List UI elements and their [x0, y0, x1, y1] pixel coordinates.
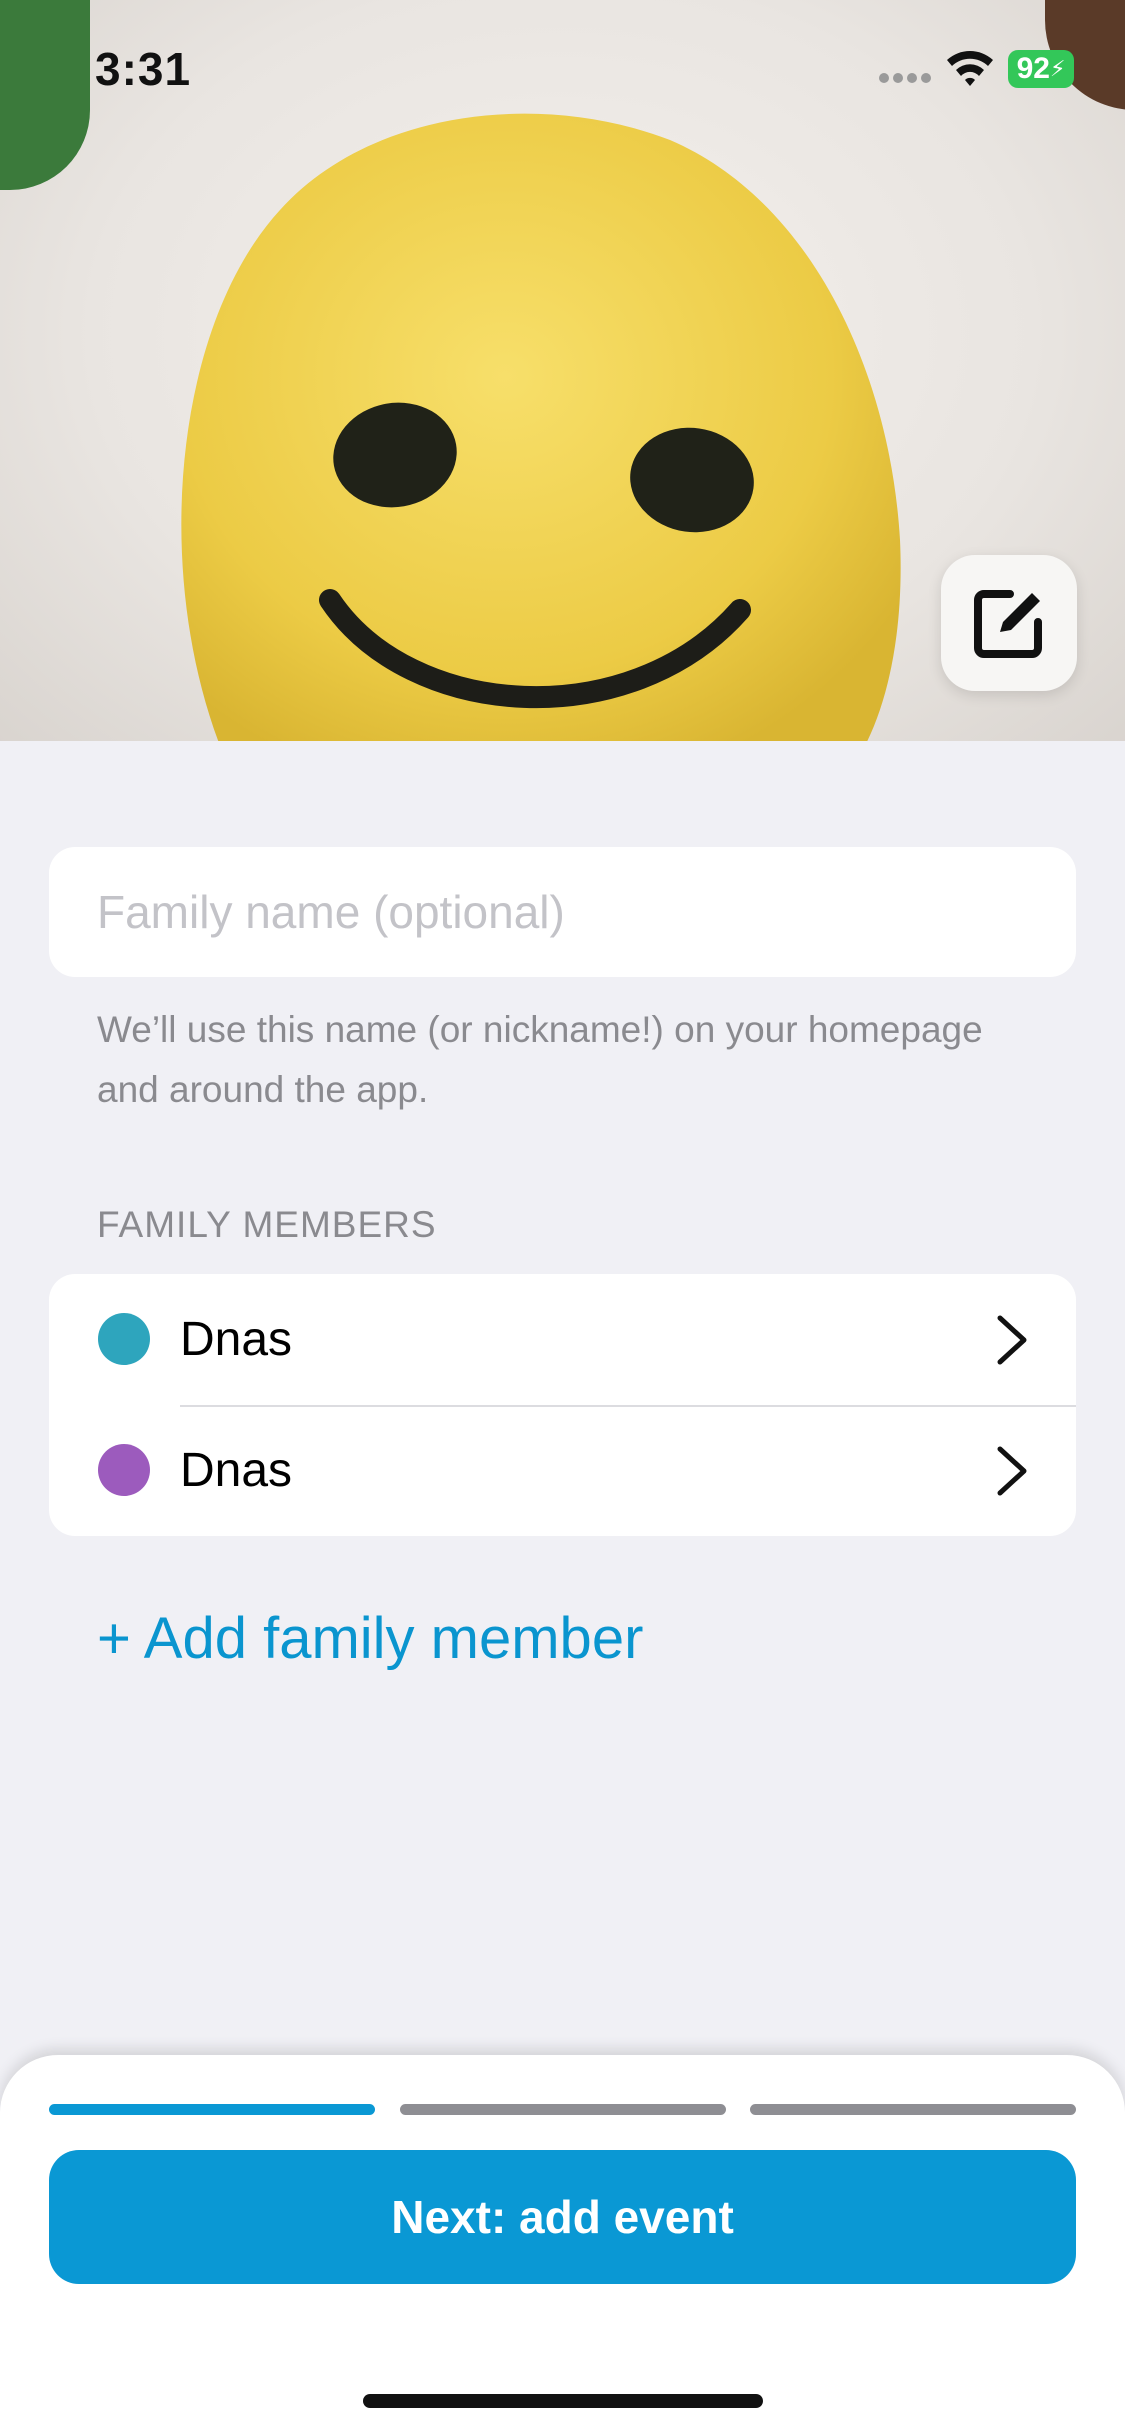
edit-square-icon [974, 590, 1042, 658]
progress-step-1 [49, 2104, 375, 2115]
status-bar: 3:31 92 ⚡ [0, 0, 1125, 140]
progress-step-3 [750, 2104, 1076, 2115]
plush-smiley-image [181, 113, 901, 741]
cellular-signal-icon [879, 73, 931, 83]
family-members-header: FAMILY MEMBERS [97, 1204, 437, 1245]
chevron-right-icon [997, 1446, 1027, 1496]
member-color-dot [98, 1313, 150, 1365]
member-color-dot [98, 1444, 150, 1496]
battery-level: 92 [1016, 52, 1050, 85]
progress-step-2 [400, 2104, 726, 2115]
chevron-right-icon [997, 1315, 1027, 1365]
add-family-member-button[interactable]: + Add family member [97, 1605, 643, 1672]
family-member-row[interactable]: Dnas [49, 1405, 1076, 1536]
family-members-list: Dnas Dnas [49, 1274, 1076, 1536]
battery-icon: 92 ⚡ [1008, 50, 1074, 88]
member-name: Dnas [180, 1444, 293, 1497]
bottom-sheet: Next: add event [0, 2055, 1125, 2436]
next-add-event-button[interactable]: Next: add event [49, 2150, 1076, 2284]
edit-photo-button[interactable] [941, 555, 1077, 691]
member-name: Dnas [180, 1313, 293, 1366]
family-member-row[interactable]: Dnas [49, 1274, 1076, 1407]
wifi-icon [947, 51, 993, 86]
home-indicator [363, 2394, 763, 2408]
family-name-helper-text: We’ll use this name (or nickname!) on yo… [97, 1009, 983, 1110]
status-time: 3:31 [95, 43, 192, 95]
family-name-input[interactable] [49, 847, 1076, 977]
